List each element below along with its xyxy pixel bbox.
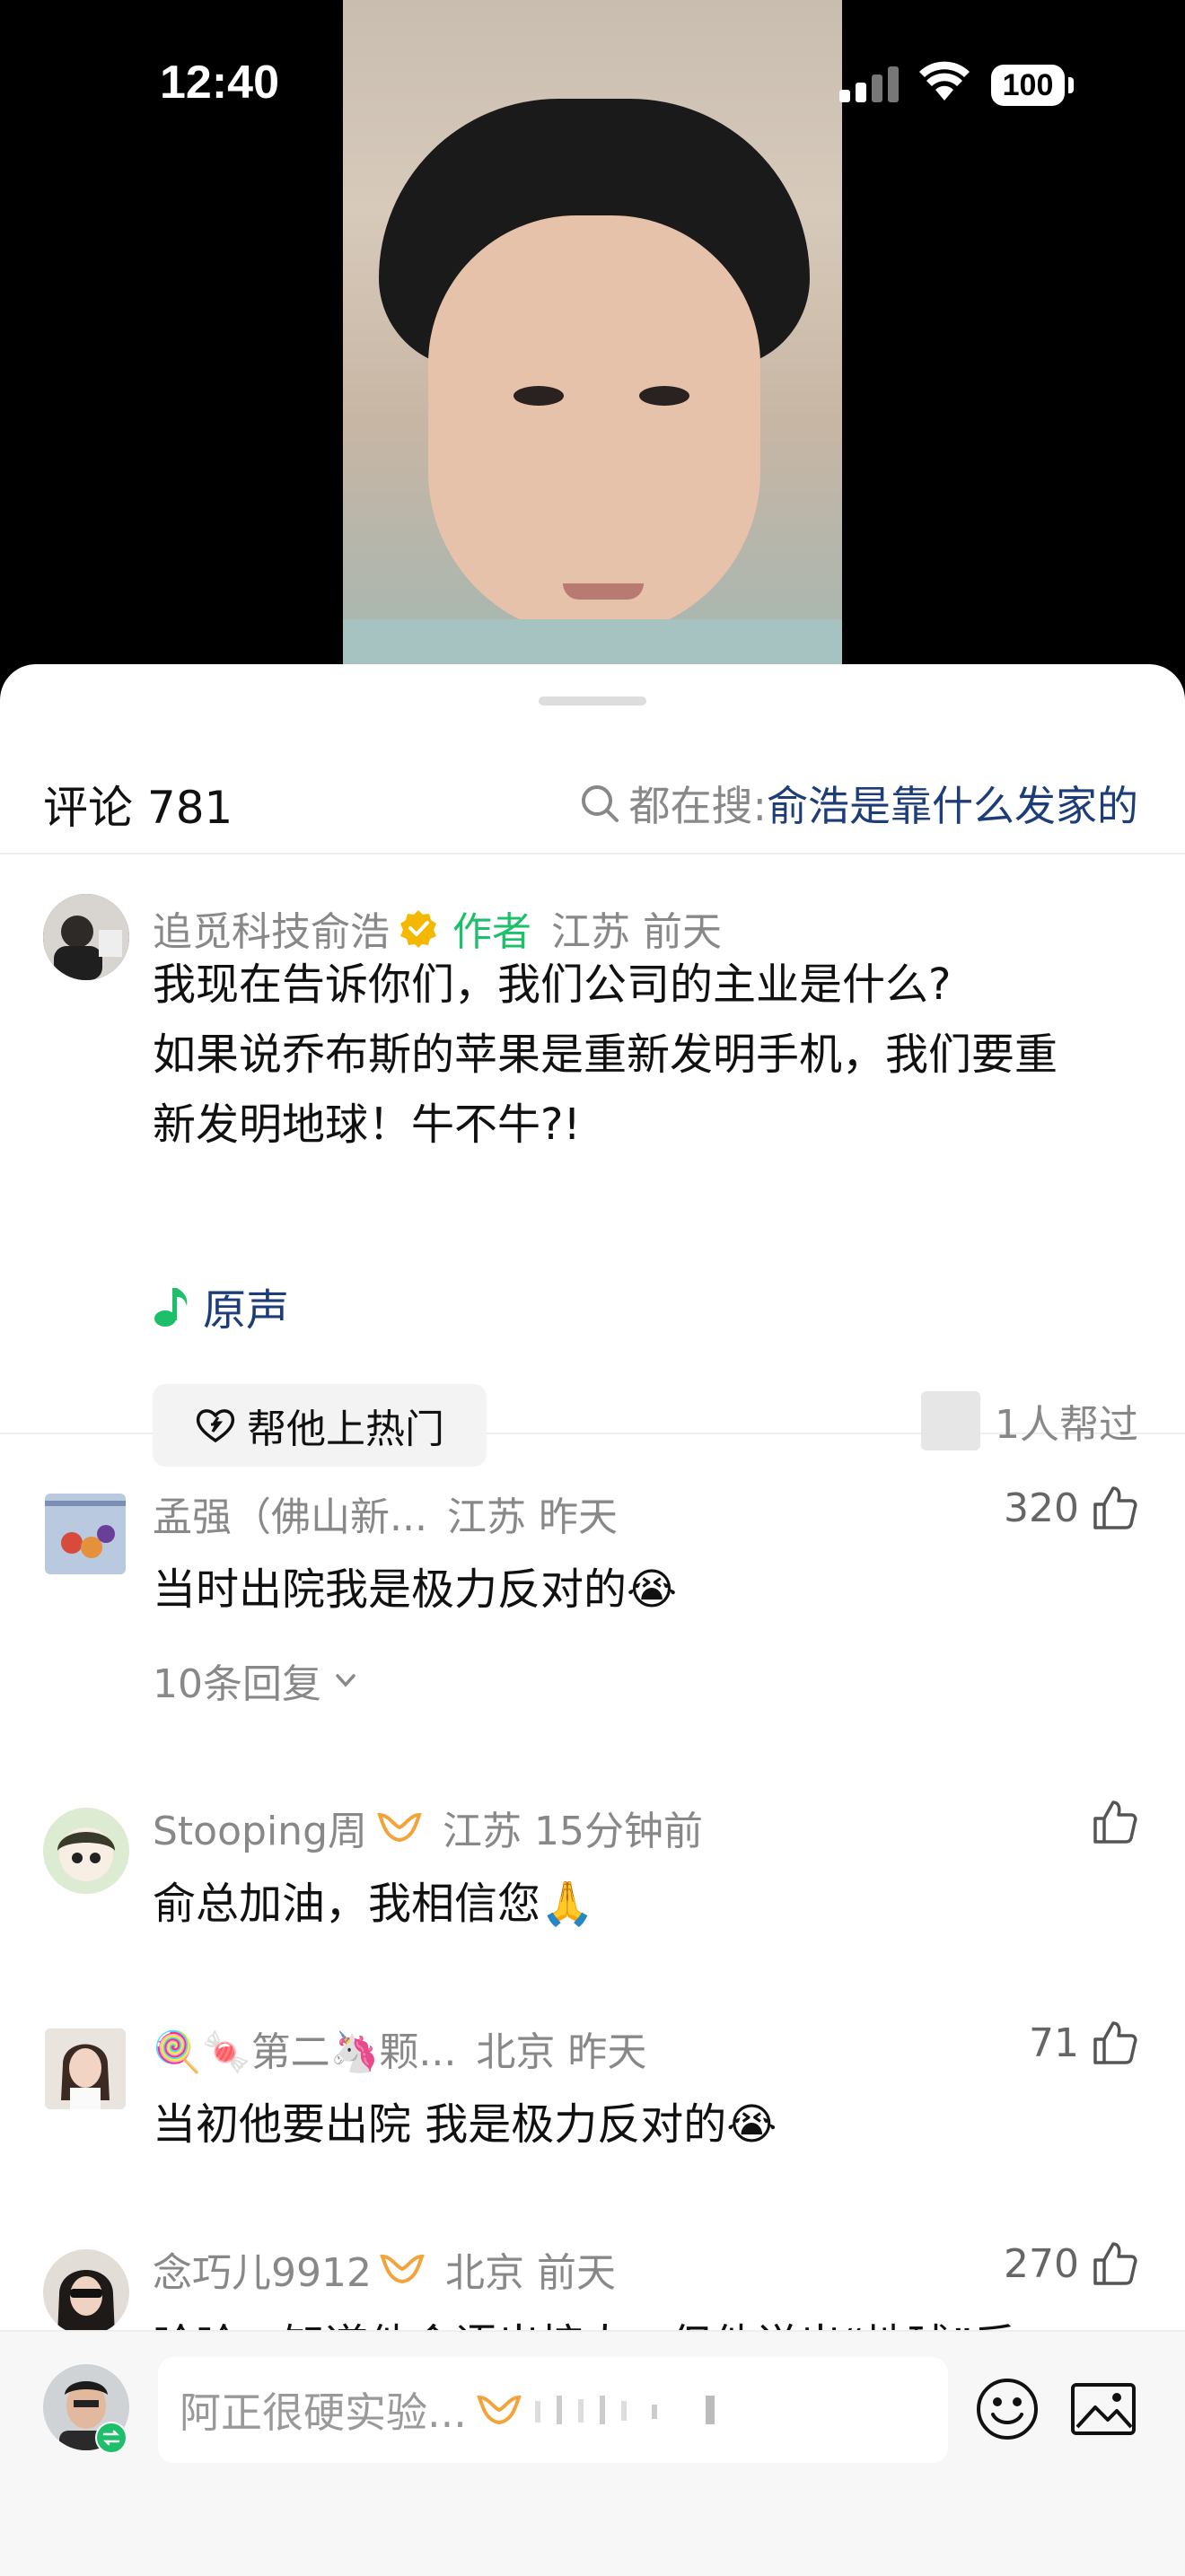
music-note-icon — [154, 1288, 188, 1327]
like-button[interactable]: 270 — [1004, 2240, 1138, 2287]
like-count: 71 — [1029, 2020, 1079, 2066]
cellular-signal-icon — [839, 66, 899, 102]
comment-meta-row: Stooping周 江苏 15分钟前 — [153, 1799, 703, 1856]
promote-hot-label: 帮他上热门 — [247, 1406, 444, 1452]
battery-indicator: 100 — [991, 65, 1065, 106]
avatar[interactable] — [45, 2028, 126, 2109]
view-replies-button[interactable]: 10条回复 — [153, 1652, 361, 1709]
vip-badge-icon — [377, 1812, 422, 1843]
pinned-location-time: 江苏 前天 — [551, 909, 722, 955]
search-query-link[interactable]: 俞浩是靠什么发家的 — [767, 774, 1138, 833]
original-sound-link[interactable]: 原声 — [153, 1275, 289, 1337]
like-count: 270 — [1004, 2240, 1079, 2287]
comment-meta-row: 🍭🍬第二🦄颗... 北京 昨天 — [153, 2020, 646, 2077]
comment-meta-row: 念巧儿9912 北京 前天 — [153, 2240, 616, 2298]
avatar-image — [43, 1808, 129, 1894]
search-prefix: 都在搜: — [628, 782, 768, 830]
wifi-icon — [919, 61, 970, 101]
like-button[interactable]: 320 — [1004, 1485, 1138, 1531]
avatar[interactable] — [43, 1808, 129, 1894]
comment-item: 念巧儿9912 北京 前天 270 哈哈，知道他会语出惊人，但他说出“地球”后 — [0, 2228, 1185, 2335]
chevron-down-icon — [336, 1674, 356, 1687]
comment-location-time: 北京 昨天 — [476, 2029, 647, 2075]
battery-tip — [1068, 77, 1074, 93]
avatar-image — [45, 2028, 126, 2109]
comment-username[interactable]: 孟强（佛山新... — [153, 1485, 427, 1542]
video-person-face — [428, 215, 760, 637]
helper-avatar — [921, 1391, 980, 1450]
comment-text[interactable]: 当初他要出院 我是极力反对的😭 — [153, 2090, 777, 2160]
status-bar: 12:40 100 — [0, 0, 1185, 171]
thumbs-up-icon — [1093, 2242, 1137, 2285]
author-tag: 作者 — [452, 909, 531, 955]
vip-badge-icon — [380, 2254, 425, 2284]
original-sound-label: 原声 — [203, 1285, 290, 1336]
like-button[interactable] — [1092, 1799, 1138, 1845]
thumbs-up-icon — [1093, 1486, 1137, 1529]
like-button[interactable]: 71 — [1029, 2020, 1138, 2066]
comment-username[interactable]: Stooping周 — [153, 1799, 367, 1856]
search-suggestion[interactable]: 都在搜: 俞浩是靠什么发家的 — [579, 774, 1138, 833]
comment-location-time: 江苏 昨天 — [446, 1494, 618, 1540]
promote-hot-button[interactable]: 帮他上热门 — [153, 1384, 487, 1467]
switch-account-icon[interactable] — [95, 2422, 127, 2454]
verified-badge-icon — [400, 910, 436, 948]
comment-text[interactable]: 当时出院我是极力反对的😭 — [153, 1555, 677, 1625]
comment-username[interactable]: 念巧儿9912 — [153, 2240, 372, 2298]
video-person-eye-left — [514, 386, 564, 406]
image-icon[interactable] — [1070, 2382, 1137, 2436]
comment-count-title: 评论 781 — [43, 782, 233, 834]
comment-item: Stooping周 江苏 15分钟前 俞总加油，我相信您🙏 — [0, 1786, 1185, 1984]
avatar[interactable] — [45, 1494, 126, 1574]
comment-location-time: 江苏 15分钟前 — [443, 1809, 703, 1854]
video-person-mouth — [563, 583, 644, 600]
avatar[interactable] — [43, 2249, 129, 2335]
comment-text[interactable]: 俞总加油，我相信您🙏 — [153, 1869, 594, 1939]
avatar-image — [43, 2249, 129, 2335]
thumbs-up-icon — [1093, 1801, 1137, 1844]
helped-count-label: 1人帮过 — [995, 1402, 1138, 1448]
like-count: 320 — [1004, 1485, 1079, 1531]
comment-location-time: 北京 前天 — [444, 2250, 616, 2296]
drag-handle[interactable] — [539, 697, 646, 705]
vip-badge-icon — [477, 2395, 522, 2425]
comment-input[interactable]: 阿正很硬实验... — [158, 2357, 948, 2463]
pinned-comment-line-2: 如果说乔布斯的苹果是重新发明手机，我们要重 — [153, 1030, 1058, 1080]
pinned-comment-line-3: 新发明地球！牛不牛?! — [153, 1100, 581, 1150]
pinned-comment-text[interactable]: 我现在告诉你们，我们公司的主业是什么? 如果说乔布斯的苹果是重新发明手机，我们要… — [153, 950, 1149, 1160]
pinned-meta-row: 追觅科技俞浩 作者 江苏 前天 — [153, 899, 722, 957]
helped-count[interactable]: 1人帮过 — [921, 1391, 1138, 1450]
pinned-author-comment: 追觅科技俞浩 作者 江苏 前天 我现在告诉你们，我们公司的主业是什么? 如果说乔… — [0, 853, 1185, 1467]
comment-sheet: 评论 781 都在搜: 俞浩是靠什么发家的 追觅科技俞浩 作者 江苏 前天 我现… — [0, 664, 1185, 2574]
avatar[interactable] — [43, 894, 129, 980]
comment-header: 评论 781 都在搜: 俞浩是靠什么发家的 — [0, 754, 1185, 854]
pinned-comment-line-1: 我现在告诉你们，我们公司的主业是什么? — [153, 959, 952, 1010]
audio-waveform-icon — [534, 2396, 715, 2424]
reply-count-label: 10条回复 — [153, 1661, 321, 1707]
comment-username[interactable]: 🍭🍬第二🦄颗... — [153, 2020, 456, 2077]
avatar-image — [45, 1494, 126, 1574]
status-time: 12:40 — [160, 57, 279, 109]
comment-meta-row: 孟强（佛山新... 江苏 昨天 — [153, 1485, 618, 1542]
search-icon — [581, 785, 619, 822]
comment-item: 孟强（佛山新... 江苏 昨天 320 当时出院我是极力反对的😭 10条回复 — [0, 1472, 1185, 1777]
avatar-image — [43, 894, 129, 980]
thumbs-up-icon — [1093, 2021, 1137, 2064]
comment-input-bar: 阿正很硬实验... — [0, 2330, 1185, 2576]
emoji-icon[interactable] — [975, 2377, 1040, 2441]
heart-flame-icon — [196, 1409, 235, 1443]
comment-item: 🍭🍬第二🦄颗... 北京 昨天 71 当初他要出院 我是极力反对的😭 — [0, 2007, 1185, 2204]
pinned-username[interactable]: 追觅科技俞浩 — [153, 899, 390, 957]
input-placeholder: 阿正很硬实验... — [180, 2388, 467, 2437]
video-person-eye-right — [639, 386, 689, 406]
